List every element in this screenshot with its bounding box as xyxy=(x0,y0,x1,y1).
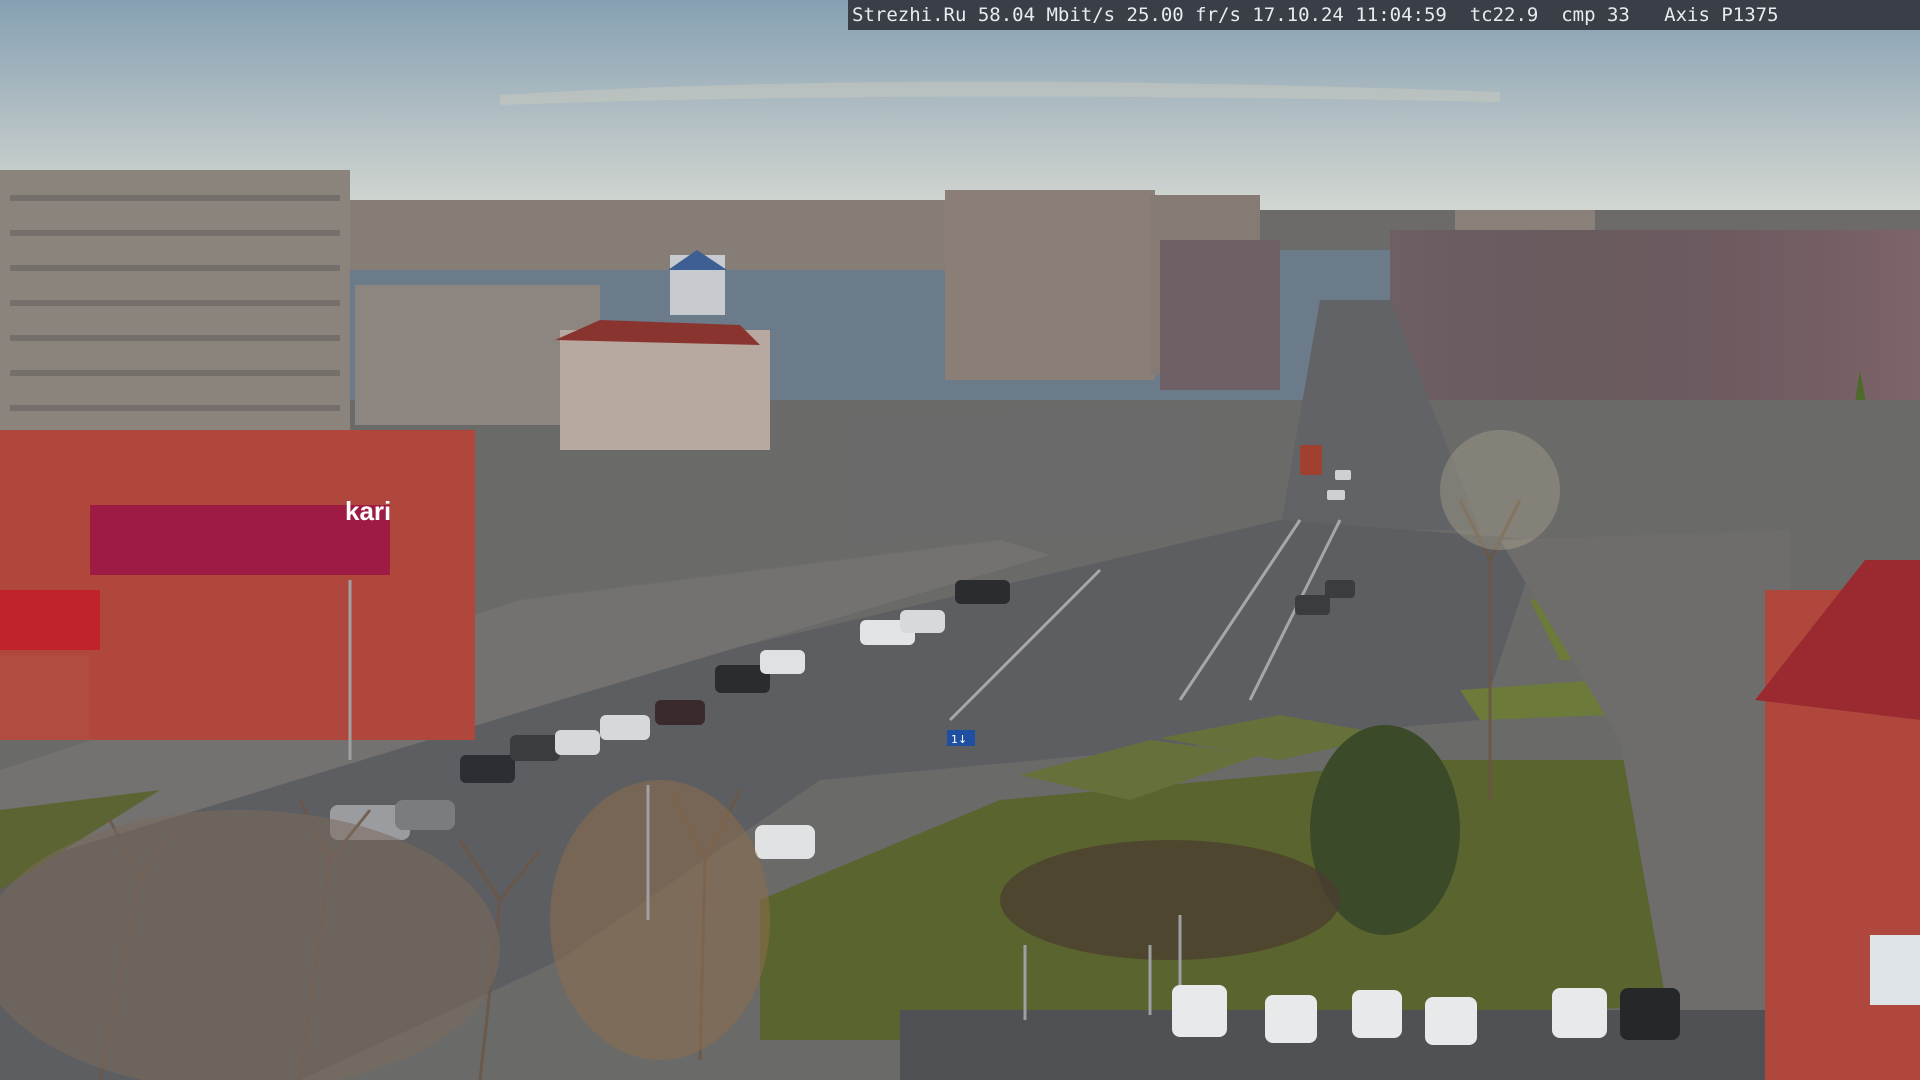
tree-canopy-mid xyxy=(550,780,770,1060)
building-right-window xyxy=(1870,935,1920,1005)
store-fascia-lower xyxy=(0,590,100,650)
road-sign: 1↓ xyxy=(951,733,967,746)
forest-left-of-avenue xyxy=(1160,240,1280,390)
street-scene: kari 1↓ xyxy=(0,0,1920,1080)
sun-glare xyxy=(1440,430,1560,550)
camera-view: kari 1↓ Strezhi.Ru 58.04 Mbit/s 25.00 fr… xyxy=(0,0,1920,1080)
store-sign: kari xyxy=(345,496,391,526)
camera-overlay: Strezhi.Ru 58.04 Mbit/s 25.00 fr/s 17.10… xyxy=(848,0,1920,30)
building-red-roof xyxy=(560,330,770,450)
store-base xyxy=(0,655,90,740)
shrubs-foreground xyxy=(1000,840,1340,960)
tall-building-center xyxy=(945,190,1155,380)
plaza xyxy=(850,405,1200,540)
distant-buildings xyxy=(350,200,950,270)
